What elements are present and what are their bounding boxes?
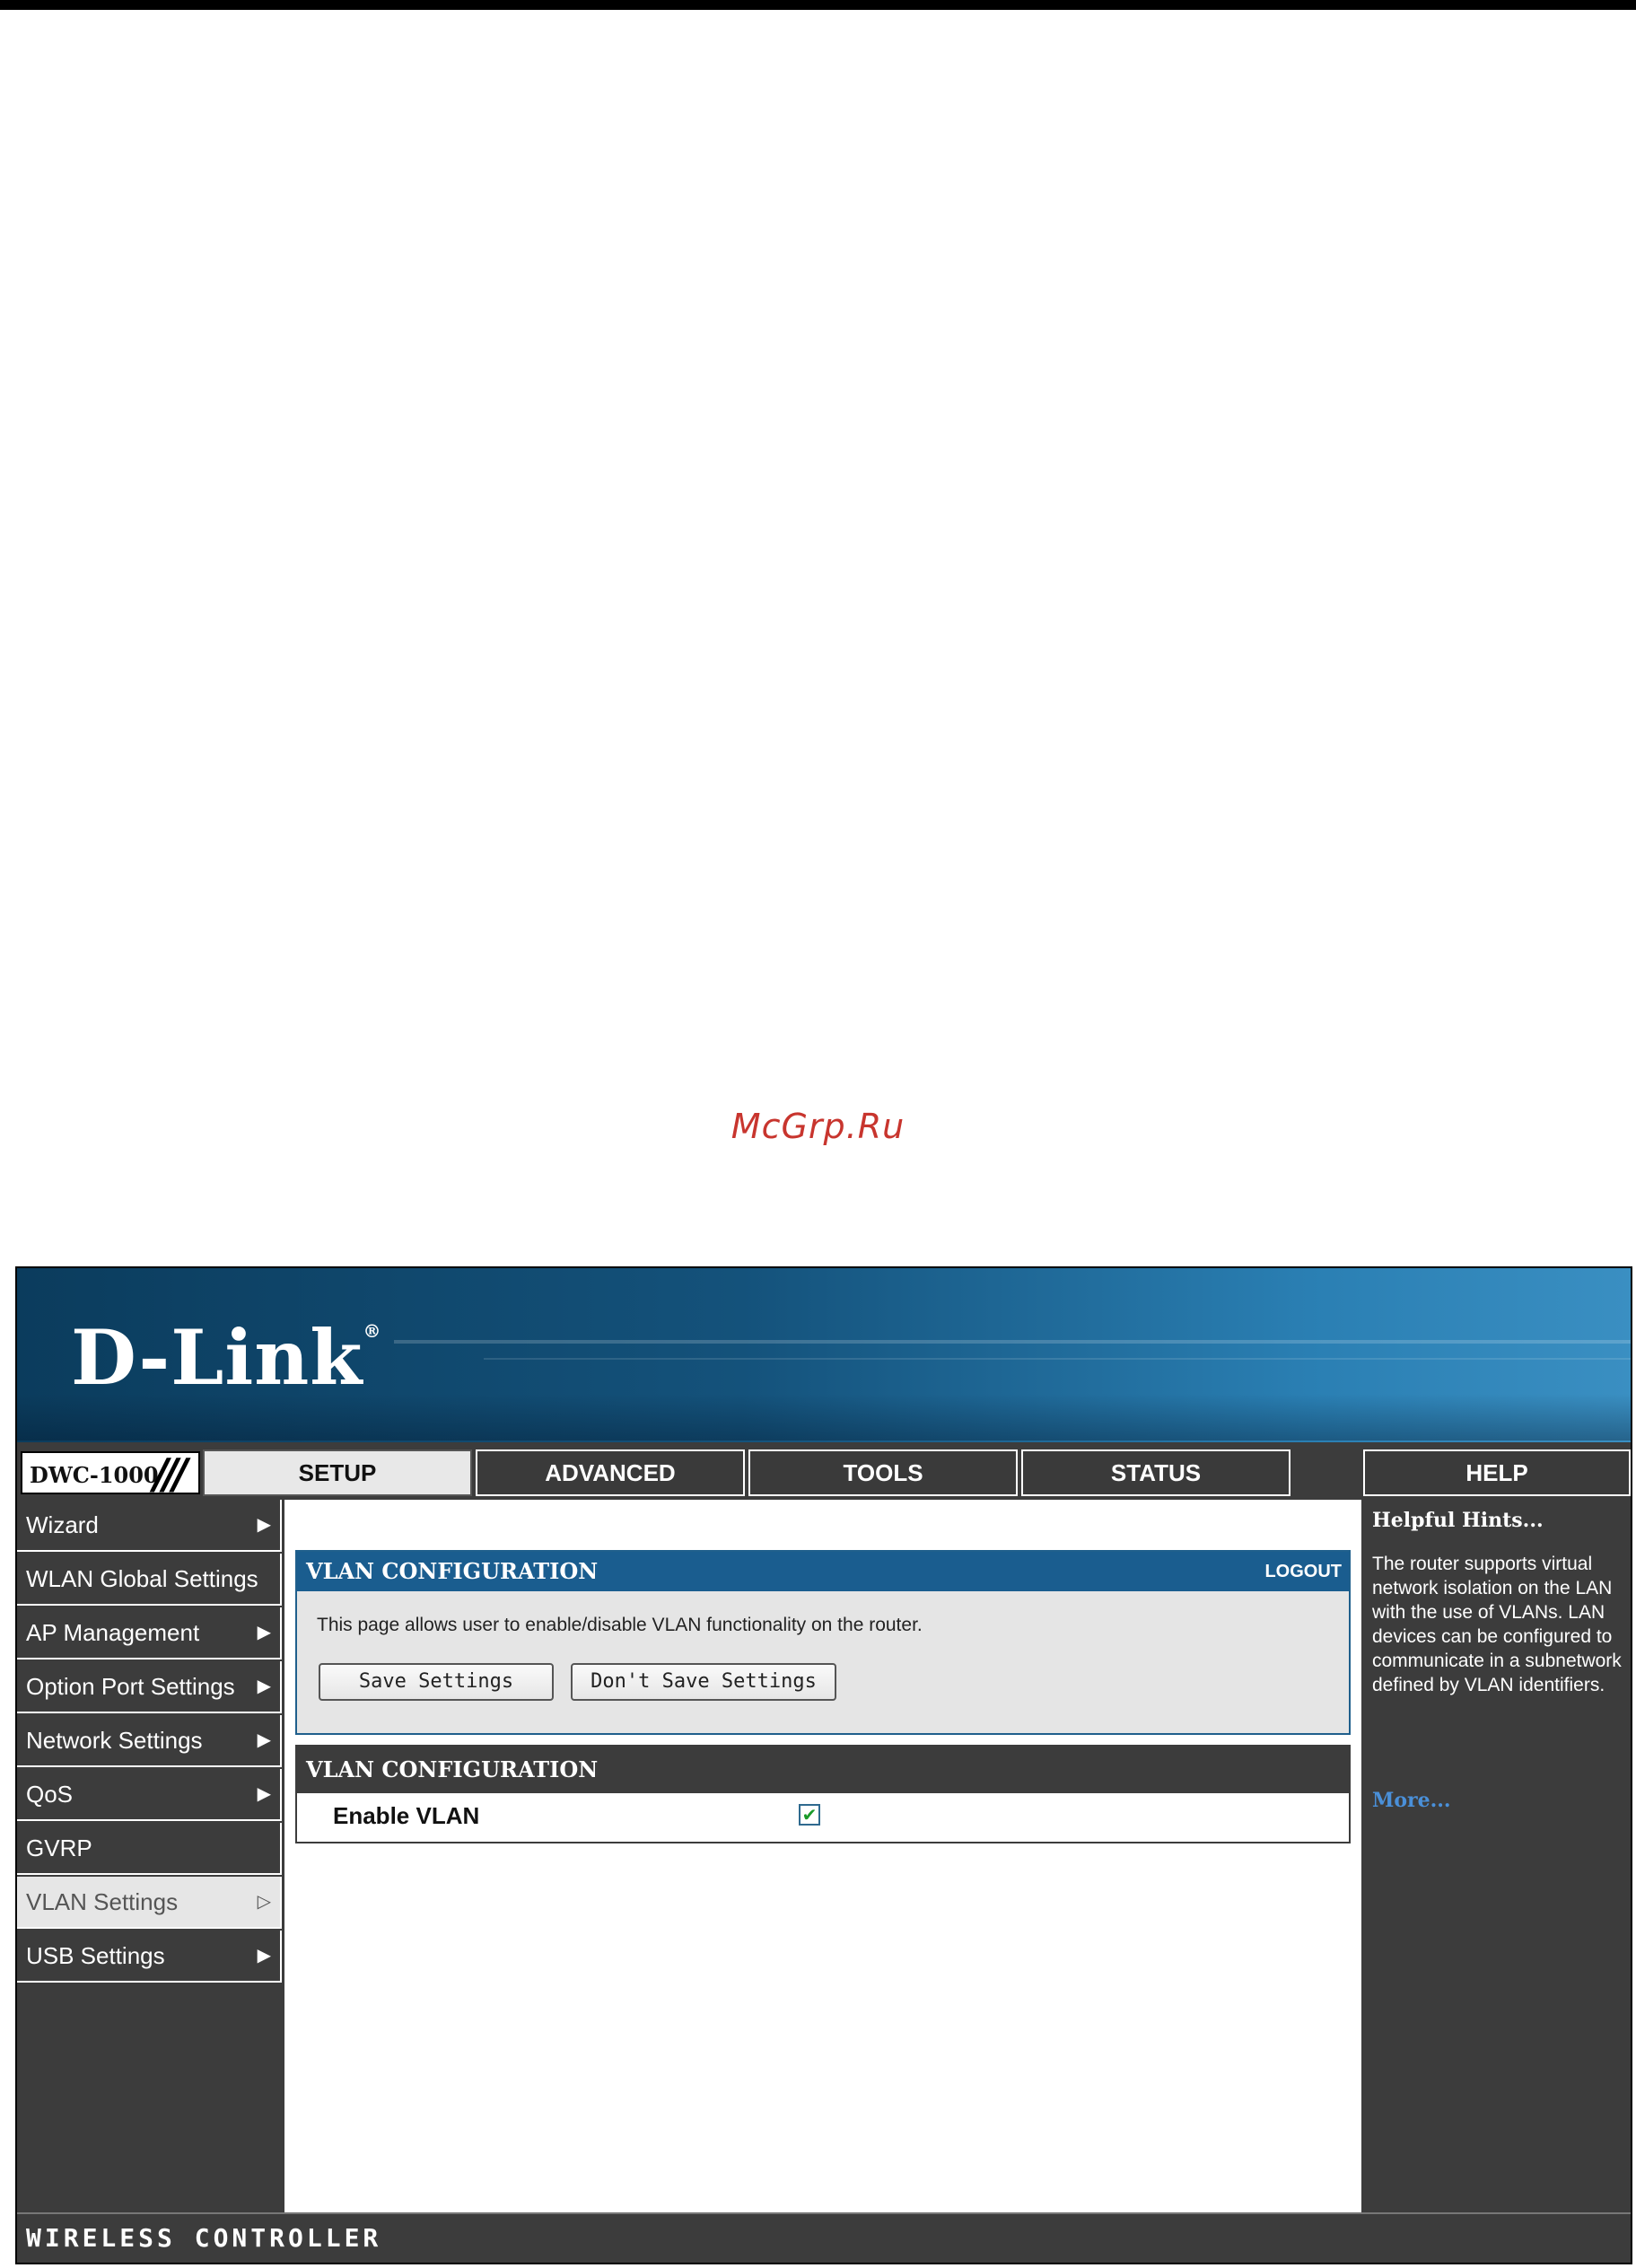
dlink-logo: D-Link®	[71, 1313, 382, 1402]
watermark-text: McGrp.Ru	[731, 1107, 905, 1146]
page-description: This page allows user to enable/disable …	[317, 1615, 923, 1635]
panel-header: VLAN CONFIGURATION LOGOUT	[297, 1552, 1349, 1591]
tab-status[interactable]: STATUS	[1021, 1449, 1290, 1496]
chevron-right-icon: ▶	[257, 1946, 271, 1966]
sidebar-item-label: VLAN Settings	[26, 1888, 179, 1915]
sidebar-item-ap-management[interactable]: AP Management ▶	[17, 1607, 282, 1659]
help-text: The router supports virtual network isol…	[1372, 1554, 1622, 1695]
banner-shine	[394, 1340, 1631, 1344]
model-label: DWC-1000	[30, 1462, 159, 1488]
chevron-right-icon: ▶	[257, 1730, 271, 1750]
banner-shine	[484, 1358, 1631, 1360]
router-ui-window: D-Link® DWC-1000 /// SETUP ADVANCED TOOL…	[15, 1266, 1632, 2264]
chevron-right-icon: ▶	[257, 1515, 271, 1535]
enable-vlan-label: Enable VLAN	[333, 1802, 480, 1829]
model-badge: DWC-1000 ///	[21, 1451, 200, 1494]
chevron-right-icon: ▶	[257, 1623, 271, 1642]
sidebar-item-label: Option Port Settings	[26, 1673, 235, 1700]
sidebar-item-wizard[interactable]: Wizard ▶	[17, 1500, 282, 1552]
sidebar: Wizard ▶ WLAN Global Settings AP Managem…	[17, 1500, 282, 2212]
enable-vlan-checkbox[interactable]: ✔	[799, 1804, 820, 1826]
sidebar-item-label: AP Management	[26, 1619, 200, 1646]
sidebar-item-label: WLAN Global Settings	[26, 1565, 258, 1592]
panel-title: VLAN CONFIGURATION	[297, 1747, 1349, 1793]
help-title: Helpful Hints...	[1372, 1509, 1544, 1532]
panel-title: VLAN CONFIGURATION	[306, 1558, 599, 1584]
sidebar-item-label: QoS	[26, 1781, 74, 1808]
footer-label: WIRELESS CONTROLLER	[17, 2212, 1631, 2263]
sidebar-item-qos[interactable]: QoS ▶	[17, 1769, 282, 1821]
chevron-right-icon: ▶	[257, 1677, 271, 1696]
sidebar-item-label: Network Settings	[26, 1727, 203, 1754]
sidebar-item-wlan-global-settings[interactable]: WLAN Global Settings	[17, 1554, 282, 1606]
sidebar-item-gvrp[interactable]: GVRP	[17, 1823, 282, 1875]
sidebar-item-vlan-settings[interactable]: VLAN Settings ▷	[17, 1877, 282, 1929]
save-settings-button[interactable]: Save Settings	[319, 1663, 554, 1701]
slashes-decoration: ///	[153, 1449, 188, 1498]
tab-advanced[interactable]: ADVANCED	[476, 1449, 745, 1496]
chevron-right-outline-icon: ▷	[257, 1892, 271, 1912]
logout-link[interactable]: LOGOUT	[1264, 1552, 1342, 1591]
check-icon: ✔	[801, 1804, 818, 1826]
tab-help[interactable]: HELP	[1363, 1449, 1631, 1496]
vlan-config-form-panel: VLAN CONFIGURATION Enable VLAN ✔	[295, 1745, 1351, 1843]
help-panel: Helpful Hints... The router supports vir…	[1363, 1500, 1631, 2212]
main-content: VLAN CONFIGURATION LOGOUT This page allo…	[284, 1500, 1361, 2212]
tab-setup[interactable]: SETUP	[203, 1449, 472, 1496]
top-nav: DWC-1000 /// SETUP ADVANCED TOOLS STATUS…	[17, 1442, 1631, 1500]
sidebar-item-network-settings[interactable]: Network Settings ▶	[17, 1715, 282, 1767]
top-rule	[0, 0, 1636, 10]
header-banner: D-Link®	[17, 1268, 1631, 1442]
chevron-right-icon: ▶	[257, 1784, 271, 1804]
sidebar-item-usb-settings[interactable]: USB Settings ▶	[17, 1931, 282, 1983]
sidebar-item-label: Wizard	[26, 1511, 99, 1538]
sidebar-item-label: USB Settings	[26, 1942, 165, 1969]
sidebar-item-option-port-settings[interactable]: Option Port Settings ▶	[17, 1661, 282, 1713]
dont-save-settings-button[interactable]: Don't Save Settings	[571, 1663, 836, 1701]
more-link[interactable]: More...	[1372, 1789, 1451, 1812]
tab-tools[interactable]: TOOLS	[748, 1449, 1018, 1496]
vlan-config-info-panel: VLAN CONFIGURATION LOGOUT This page allo…	[295, 1550, 1351, 1735]
sidebar-item-label: GVRP	[26, 1835, 92, 1861]
